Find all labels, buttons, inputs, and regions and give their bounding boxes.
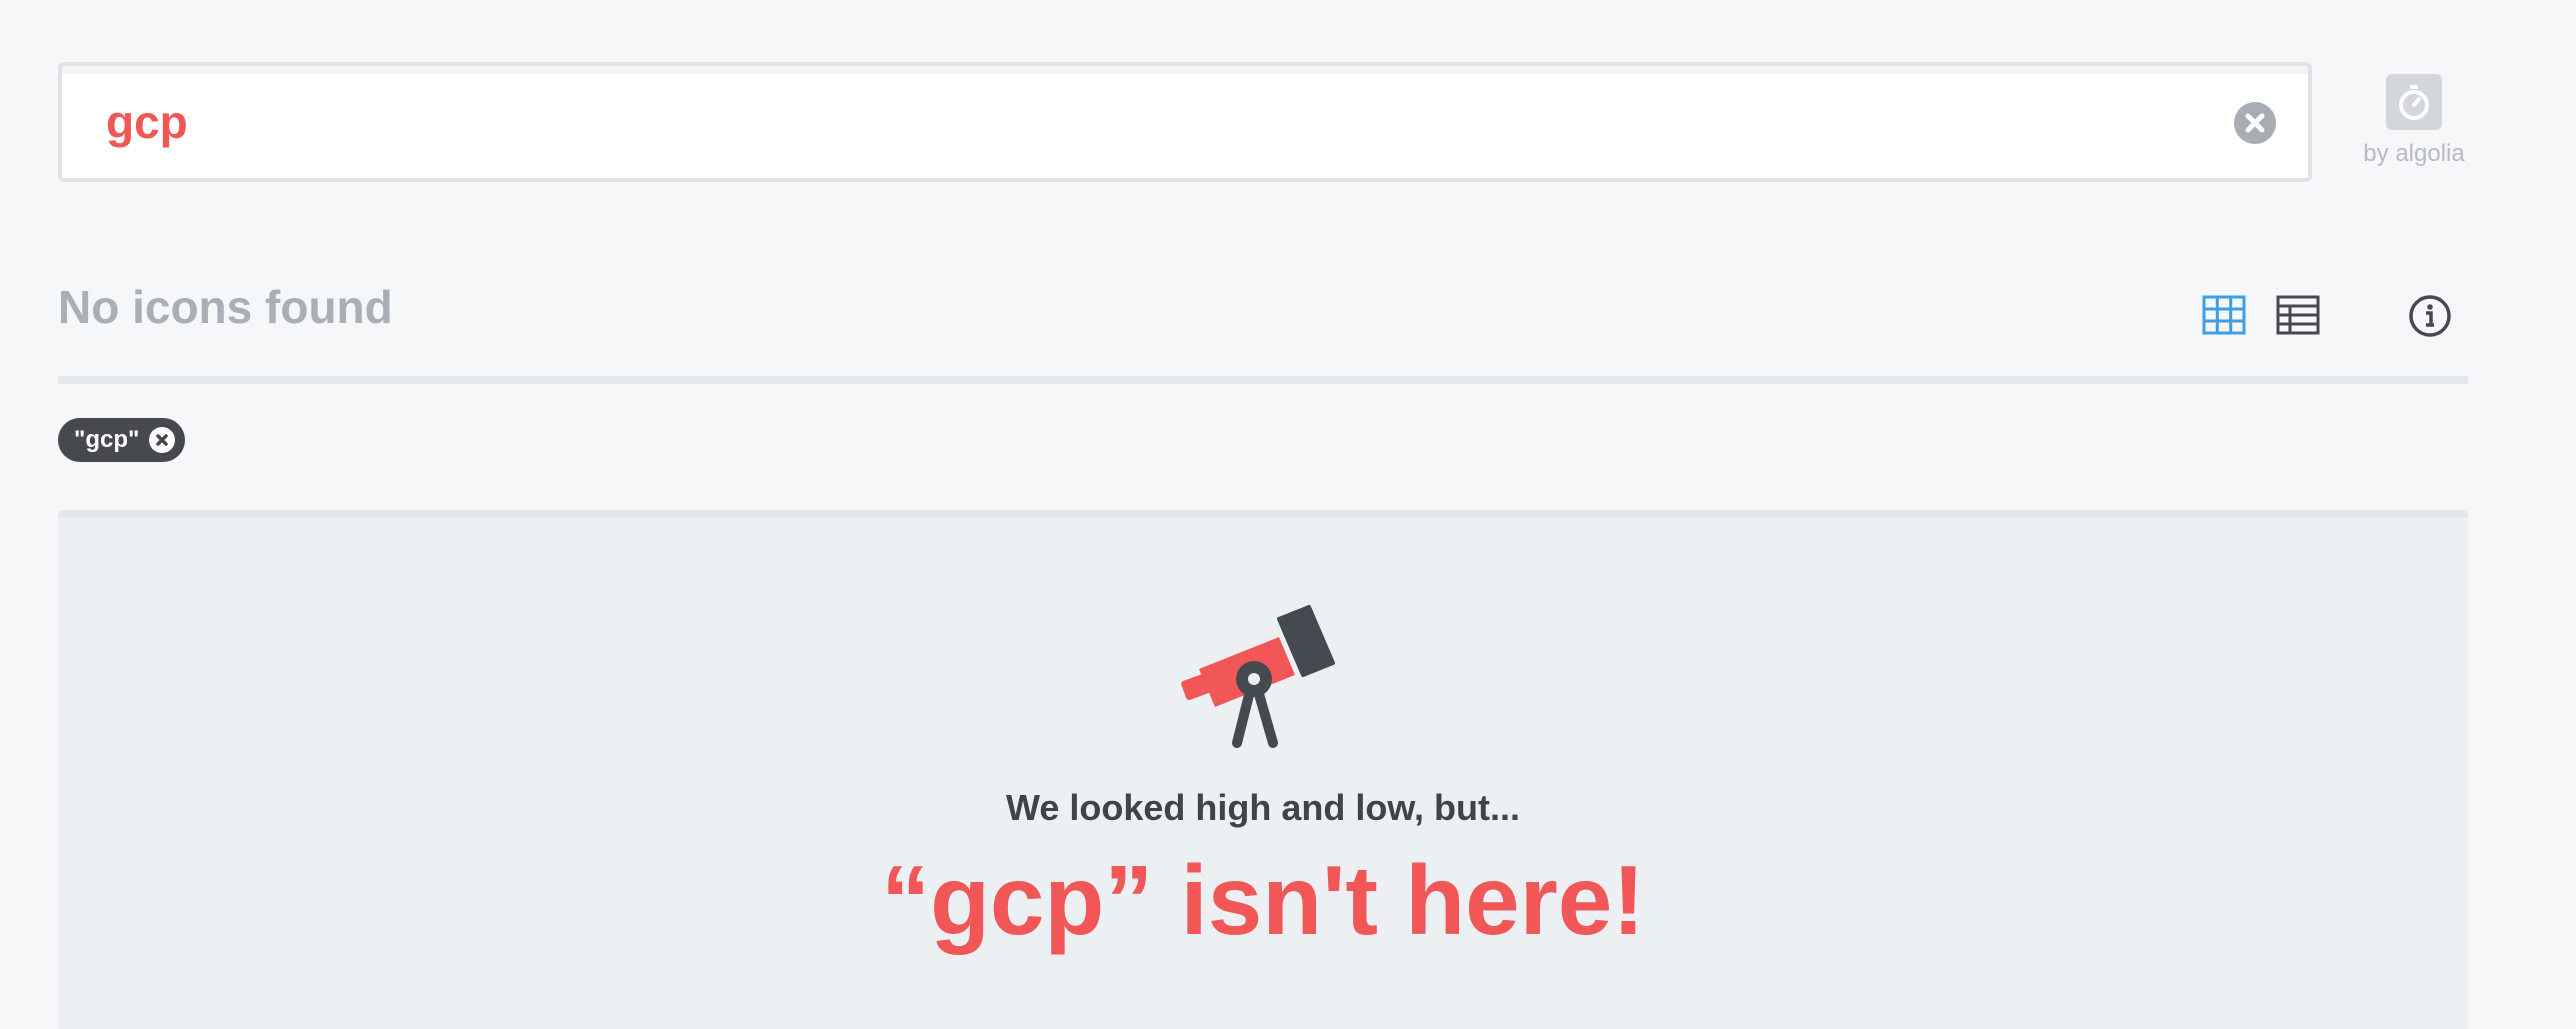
stopwatch-icon	[2386, 74, 2442, 130]
empty-state-panel: We looked high and low, but... “gcp” isn…	[58, 510, 2468, 1029]
table-view-icon	[2276, 295, 2320, 335]
algolia-badge[interactable]: by algolia	[2358, 74, 2470, 168]
info-icon	[2409, 295, 2451, 337]
close-icon	[156, 434, 169, 446]
close-icon	[2245, 113, 2265, 133]
algolia-label: by algolia	[2363, 140, 2465, 167]
grid-view-button[interactable]	[2202, 295, 2246, 335]
telescope-icon	[1181, 605, 1335, 748]
empty-state-headline: “gcp” isn't here!	[881, 845, 1645, 955]
table-view-button[interactable]	[2276, 295, 2320, 335]
divider	[58, 376, 2468, 384]
grid-view-icon	[2202, 295, 2246, 335]
remove-filter-button[interactable]	[149, 427, 176, 453]
results-title: No icons found	[58, 281, 393, 333]
filter-tag-label: "gcp"	[74, 426, 140, 453]
clear-search-button[interactable]	[2234, 102, 2276, 144]
info-button[interactable]	[2408, 294, 2452, 338]
empty-state-subtitle: We looked high and low, but...	[1006, 787, 1520, 828]
filter-tag[interactable]: "gcp"	[58, 418, 186, 462]
search-input[interactable]	[106, 86, 2184, 158]
search-box	[58, 62, 2312, 182]
